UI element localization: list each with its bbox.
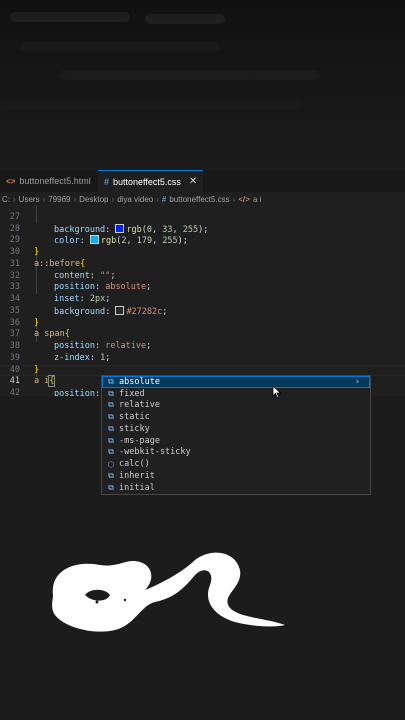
editor-tab-bar: <> buttoneffect5.html # buttoneffect5.cs… [0,170,405,192]
code-line: 34 background: #27282c; [0,282,405,317]
tab-buttoneffect5-html[interactable]: <> buttoneffect5.html [0,170,97,192]
suggestion-item[interactable]: ⧉ initial [102,482,370,494]
blurred-text [0,100,300,110]
css-file-icon: # [161,194,167,204]
breadcrumb-item[interactable]: a i [253,195,261,204]
suggestion-label: inherit [119,470,155,481]
property-value-icon: ⧉ [108,435,114,445]
suggestion-item[interactable]: ⧉ absolute › [102,376,370,388]
html-file-icon: <> [6,176,16,186]
selector-symbol-icon: </> [238,194,250,204]
chevron-right-icon[interactable]: › [355,377,360,387]
suggestion-item[interactable]: ⧉ sticky [102,423,370,435]
chevron-right-icon: › [111,194,115,204]
suggestion-item[interactable]: ⬡ calc() [102,458,370,470]
code-line: 40 a i{ [0,353,405,388]
close-icon[interactable]: ✕ [189,176,197,187]
property-value-icon: ⧉ [108,388,114,398]
code-line: 33 inset: 2px; [0,271,405,304]
breadcrumb-item[interactable]: diya video [117,195,153,204]
white-smoke-shape [52,552,285,632]
tab-buttoneffect5-css[interactable]: # buttoneffect5.css ✕ [98,170,204,192]
code-line: 37 position: relative; [0,318,405,351]
chevron-right-icon: › [73,194,77,204]
breadcrumb-item[interactable]: Desktop [79,195,108,204]
code-line: 28 color: rgb(2, 179, 255); [0,212,405,247]
code-line: 31 content: ""; [0,247,405,281]
code-line: 35 } [0,294,405,328]
suggestion-label: relative [119,400,160,411]
chevron-right-icon: › [232,194,236,204]
property-value-icon: ⧉ [108,423,114,433]
breadcrumb-item[interactable]: C: [2,195,10,204]
code-line: 39 } [0,341,405,375]
function-cube-icon: ⬡ [107,459,115,469]
blurred-text [20,42,220,52]
code-line: 36 a span{ [0,306,405,340]
blurred-text [10,12,130,22]
property-value-icon: ⧉ [108,470,114,480]
chevron-right-icon: › [156,194,159,204]
suggestion-item[interactable]: ⧉ relative [102,400,370,412]
breadcrumb-item[interactable]: buttoneffect5.css [169,195,229,204]
autocomplete-suggestions: ⧉ absolute › ⧉ fixed ⧉ relative ⧉ static ⧉ st… [101,375,371,495]
breadcrumb-item[interactable]: Users [19,195,40,204]
code-line: 30 a::before{ [0,235,405,269]
code-line: 32 position: absolute; [0,259,405,293]
code-line: 29 } [0,224,405,257]
line-number: 42 [9,388,20,396]
blurred-text [60,70,320,80]
breadcrumb-item[interactable]: 79969 [48,195,70,204]
breadcrumb: C: › Users › 79969 › Desktop › diya vide… [0,192,405,206]
suggestion-label: calc() [119,459,150,470]
suggestion-item[interactable]: ⧉ -ms-page [102,435,370,447]
suggestion-label: static [119,412,150,423]
suggestion-item[interactable]: ⧉ inherit [102,470,370,482]
tab-label: buttoneffect5.css [113,176,181,187]
property-value-icon: ⧉ [108,376,114,386]
suggestion-label: initial [119,482,155,493]
css-file-icon: # [104,176,110,187]
code-editor[interactable]: 27 background: rgb(0, 33, 255); 28 color… [0,206,405,396]
suggestion-item[interactable]: ⧉ fixed [102,388,370,400]
chevron-right-icon: › [42,194,46,204]
property-value-icon: ⧉ [108,482,114,492]
suggestion-item[interactable]: ⧉ static [102,411,370,423]
blurred-header-area [0,0,405,170]
suggestion-label: -webkit-sticky [119,447,191,458]
suggestion-label: -ms-page [119,435,160,446]
suggestion-label: fixed [119,388,145,399]
suggestion-item[interactable]: ⧉ -webkit-sticky [102,447,370,459]
suggestion-label: absolute [119,376,160,387]
property-value-icon: ⧉ [108,412,114,422]
code-line: 38 z-index: 1; [0,329,405,363]
property-value-icon: ⧉ [108,447,114,457]
tab-label: buttoneffect5.html [19,176,91,186]
mouse-pointer-icon [272,385,282,399]
property-value-icon: ⧉ [108,400,114,410]
blurred-text [145,14,225,24]
suggestion-label: sticky [119,423,150,434]
chevron-right-icon: › [13,194,16,204]
